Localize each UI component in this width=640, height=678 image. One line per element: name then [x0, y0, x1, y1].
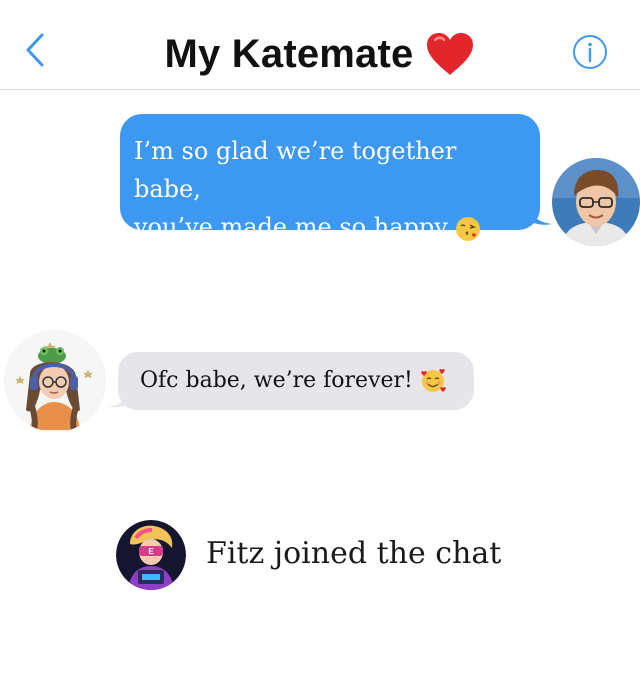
message-text-end: .: [481, 213, 490, 241]
info-button[interactable]: [572, 34, 608, 70]
bubble-tail: [108, 388, 132, 408]
info-icon: [573, 35, 607, 69]
svg-text:E: E: [148, 547, 154, 556]
bubble-tail: [526, 204, 552, 225]
message-line: you’ve made me so happy .: [134, 208, 530, 246]
face-blowing-kiss-icon: [456, 216, 481, 241]
avatar-me[interactable]: [552, 158, 640, 246]
message-line: I’m so glad we’re together babe,: [134, 137, 457, 203]
chat-header: My Katemate: [0, 0, 640, 90]
system-message: Fitz joined the chat: [206, 536, 502, 571]
cartoon-avatar: [5, 331, 105, 431]
gamer-avatar: E: [116, 520, 186, 590]
message-text: Ofc babe, we’re forever!: [140, 368, 413, 393]
message-text: you’ve made me so happy: [134, 213, 448, 241]
smiling-face-with-hearts-icon: [421, 368, 446, 392]
title-area: My Katemate: [0, 24, 640, 84]
profile-photo: [552, 158, 640, 246]
red-heart-icon: [427, 33, 474, 75]
chat-title: My Katemate: [164, 31, 414, 76]
outgoing-message-bubble[interactable]: I’m so glad we’re together babe, you’ve …: [120, 114, 552, 241]
incoming-message-bubble[interactable]: Ofc babe, we’re forever!: [108, 352, 474, 410]
avatar-fitz[interactable]: E: [116, 520, 186, 590]
avatar-kate[interactable]: [4, 330, 106, 432]
